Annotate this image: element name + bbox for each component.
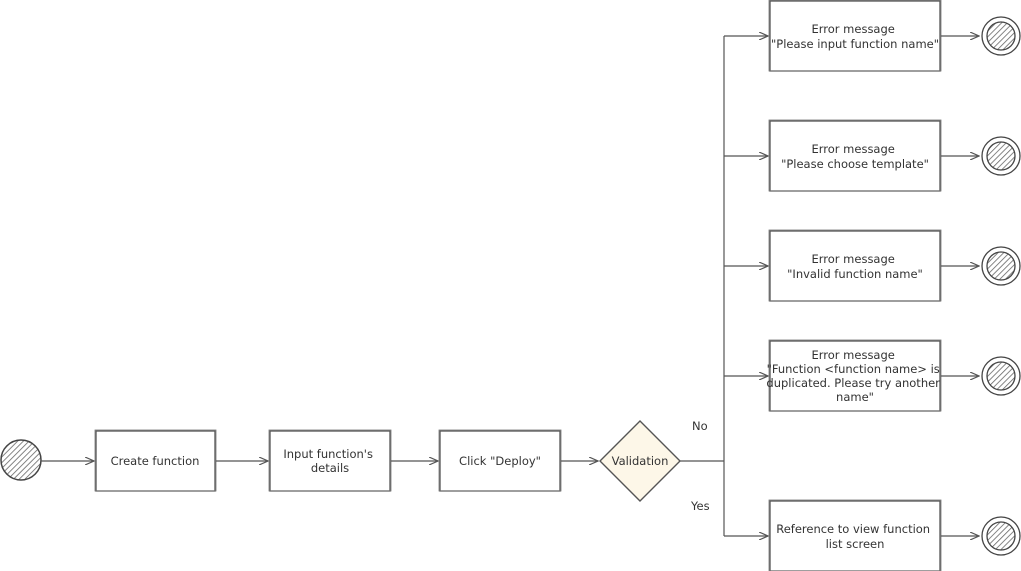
step-input-details: Input function's details: [268, 429, 392, 492]
step-label: Click "Deploy": [459, 454, 541, 468]
decision-validation: Validation: [599, 420, 681, 502]
outcome-input-name-error: Error message "Please input function nam…: [768, 0, 942, 72]
step-label: Create function: [111, 454, 200, 468]
end-node: [981, 136, 1021, 176]
outcome-choose-template-error: Error message "Please choose template": [768, 119, 942, 192]
branch-label-no: No: [692, 419, 708, 433]
end-node: [981, 516, 1021, 556]
end-node: [981, 16, 1021, 56]
decision-label: Validation: [612, 454, 669, 468]
outcome-duplicated-name-error: Error message "Function <function name> …: [766, 339, 942, 412]
step-create-function: Create function: [94, 429, 217, 492]
branch-label-yes: Yes: [690, 499, 710, 513]
end-node: [981, 246, 1021, 286]
outcome-invalid-name-error: Error message "Invalid function name": [768, 229, 942, 302]
start-node: [0, 439, 42, 481]
outcome-view-function-list: Reference to view function list screen: [768, 499, 942, 571]
flowchart-canvas: Create function Input function's details…: [0, 0, 1021, 571]
step-click-deploy: Click "Deploy": [438, 429, 562, 492]
end-node: [981, 356, 1021, 396]
